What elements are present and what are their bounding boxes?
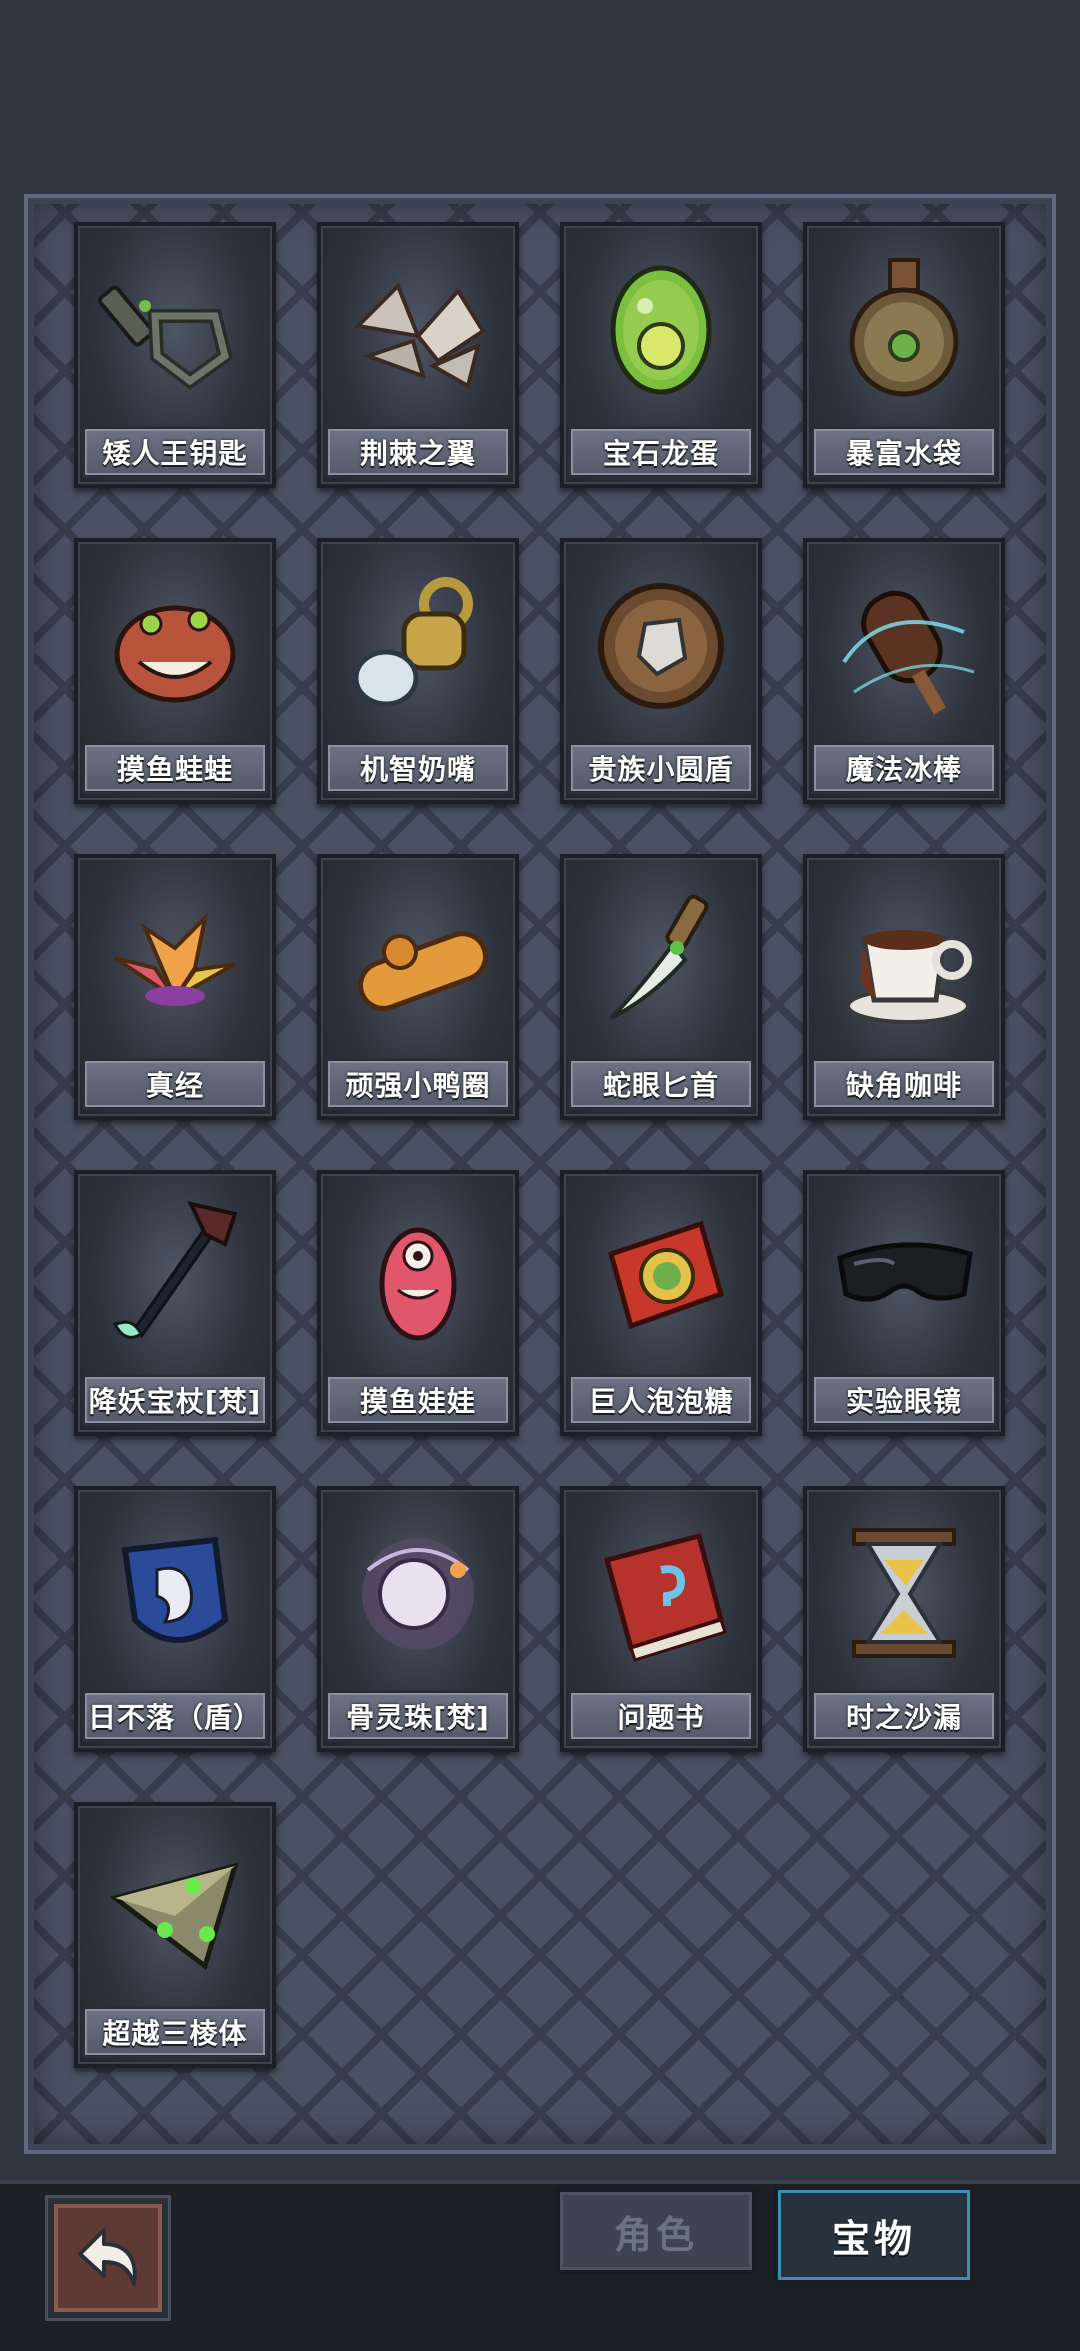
treasure-card[interactable]: 矮人王钥匙: [74, 222, 276, 488]
treasure-label: 荆棘之翼: [325, 426, 511, 478]
treasure-label: 蛇眼匕首: [568, 1058, 754, 1110]
treasure-card[interactable]: 机智奶嘴: [317, 538, 519, 804]
treasure-label: 机智奶嘴: [325, 742, 511, 794]
gem-dragon-egg-icon: [574, 236, 748, 416]
treasure-card[interactable]: 问题书: [560, 1486, 762, 1752]
treasure-card[interactable]: 日不落（盾）: [74, 1486, 276, 1752]
treasure-card[interactable]: 暴富水袋: [803, 222, 1005, 488]
treasure-card[interactable]: 缺角咖啡: [803, 854, 1005, 1120]
treasure-card[interactable]: 宝石龙蛋: [560, 222, 762, 488]
back-button[interactable]: [48, 2198, 168, 2318]
treasure-card[interactable]: 摸鱼娃娃: [317, 1170, 519, 1436]
treasure-card[interactable]: 魔法冰棒: [803, 538, 1005, 804]
treasure-card[interactable]: 摸鱼蛙蛙: [74, 538, 276, 804]
back-arrow-icon: [78, 2228, 137, 2286]
treasure-label: 实验眼镜: [811, 1374, 997, 1426]
treasure-card[interactable]: 骨灵珠[梵]: [317, 1486, 519, 1752]
duck-ring-icon: [331, 868, 505, 1048]
treasure-label: 时之沙漏: [811, 1690, 997, 1742]
treasure-label: 魔法冰棒: [811, 742, 997, 794]
treasure-label: 宝石龙蛋: [568, 426, 754, 478]
treasure-label: 问题书: [568, 1690, 754, 1742]
dwarf-key-icon: [88, 236, 262, 416]
slacker-frog-icon: [88, 552, 262, 732]
demon-staff-icon: [88, 1184, 262, 1364]
magic-popsicle-icon: [817, 552, 991, 732]
treasure-card[interactable]: 时之沙漏: [803, 1486, 1005, 1752]
treasure-label: 顽强小鸭圈: [325, 1058, 511, 1110]
water-flask-icon: [817, 236, 991, 416]
treasure-label: 超越三棱体: [82, 2006, 268, 2058]
treasure-label: 巨人泡泡糖: [568, 1374, 754, 1426]
treasure-card[interactable]: 超越三棱体: [74, 1802, 276, 2068]
lab-goggles-icon: [817, 1184, 991, 1364]
bone-orb-icon: [331, 1500, 505, 1680]
lion-shield-icon: [88, 1500, 262, 1680]
treasure-card[interactable]: 顽强小鸭圈: [317, 854, 519, 1120]
tab-role[interactable]: 角色: [556, 2188, 756, 2274]
treasure-card[interactable]: 贵族小圆盾: [560, 538, 762, 804]
prism-icon: [88, 1816, 262, 1996]
treasure-label: 摸鱼娃娃: [325, 1374, 511, 1426]
snake-eye-dagger-icon: [574, 868, 748, 1048]
treasure-label: 贵族小圆盾: [568, 742, 754, 794]
tab-treasure[interactable]: 宝物: [774, 2186, 974, 2284]
thorn-wings-icon: [331, 236, 505, 416]
hourglass-icon: [817, 1500, 991, 1680]
lotus-icon: [88, 868, 262, 1048]
round-shield-icon: [574, 552, 748, 732]
treasure-card[interactable]: 真经: [74, 854, 276, 1120]
treasure-card[interactable]: 巨人泡泡糖: [560, 1170, 762, 1436]
bubble-gum-icon: [574, 1184, 748, 1364]
treasure-card[interactable]: 荆棘之翼: [317, 222, 519, 488]
treasure-card[interactable]: 实验眼镜: [803, 1170, 1005, 1436]
chipped-coffee-icon: [817, 868, 991, 1048]
treasure-label: 骨灵珠[梵]: [325, 1690, 511, 1742]
treasure-label: 日不落（盾）: [82, 1690, 268, 1742]
treasure-label: 缺角咖啡: [811, 1058, 997, 1110]
treasure-card[interactable]: 降妖宝杖[梵]: [74, 1170, 276, 1436]
treasure-label: 矮人王钥匙: [82, 426, 268, 478]
question-book-icon: [574, 1500, 748, 1680]
treasure-label: 真经: [82, 1058, 268, 1110]
treasure-card[interactable]: 蛇眼匕首: [560, 854, 762, 1120]
slacker-doll-icon: [331, 1184, 505, 1364]
treasure-label: 降妖宝杖[梵]: [82, 1374, 268, 1426]
treasure-label: 暴富水袋: [811, 426, 997, 478]
pacifier-icon: [331, 552, 505, 732]
treasure-label: 摸鱼蛙蛙: [82, 742, 268, 794]
